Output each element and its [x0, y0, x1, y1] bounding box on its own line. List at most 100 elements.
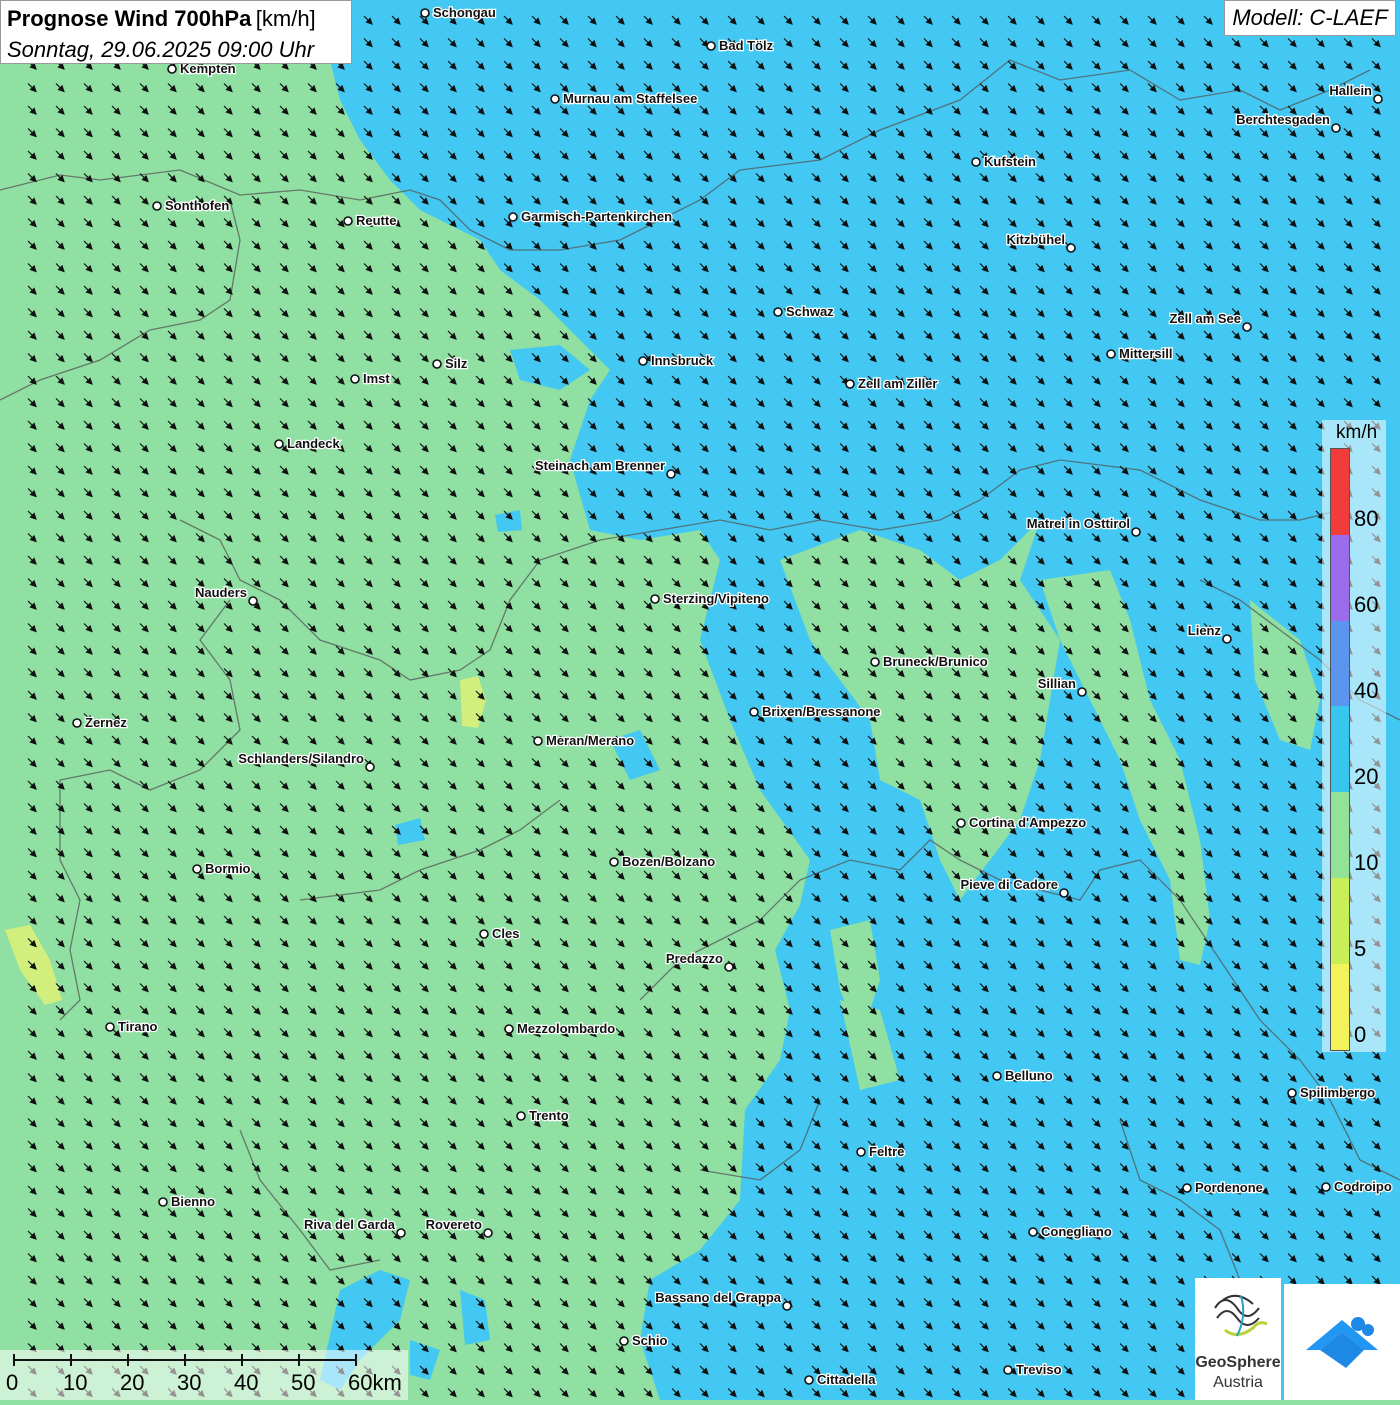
geosphere-logo: GeoSphere Austria [1195, 1278, 1281, 1400]
scale-label: 50 [291, 1370, 316, 1395]
city-marker [1287, 1088, 1297, 1098]
logo-subname: Austria [1213, 1374, 1263, 1391]
city-marker [152, 201, 162, 211]
city-label: Cles [492, 926, 519, 941]
city-label: Kufstein [984, 154, 1036, 169]
city-label: Brixen/Bressanone [762, 704, 881, 719]
city-label: Cortina d'Ampezzo [969, 815, 1086, 830]
city-marker [773, 307, 783, 317]
city-label: Trento [529, 1108, 569, 1123]
forecast-date: Sonntag, 29.06.2025 09:00 Uhr [7, 37, 315, 62]
city-marker [504, 1024, 514, 1034]
city-marker [1059, 888, 1069, 898]
city-marker [1331, 123, 1341, 133]
city-marker [1373, 94, 1383, 104]
city-marker [782, 1301, 792, 1311]
city-brixen: Brixen/Bressanone [749, 703, 882, 720]
city-marker [1222, 634, 1232, 644]
city-label: Sonthofen [165, 198, 229, 213]
city-marker [1077, 687, 1087, 697]
city-label: Bruneck/Brunico [883, 654, 988, 669]
city-label: Meran/Merano [546, 733, 634, 748]
city-marker [1106, 349, 1116, 359]
city-label: Zell am Ziller [858, 376, 937, 391]
legend-color-step [1331, 449, 1349, 535]
city-marker [248, 596, 258, 606]
city-marker [619, 1336, 629, 1346]
city-label: Mittersill [1119, 346, 1172, 361]
app-logo [1284, 1284, 1400, 1400]
city-label: Sterzing/Vipiteno [663, 591, 769, 606]
city-label: Cittadella [817, 1372, 876, 1387]
city-marker [516, 1111, 526, 1121]
city-bozen: Bozen/Bolzano [609, 853, 716, 870]
city-label: Bad Tölz [719, 38, 774, 53]
city-label: Feltre [869, 1144, 904, 1159]
city-label: Reutte [356, 213, 396, 228]
city-marker [483, 1228, 493, 1238]
city-marker [343, 216, 353, 226]
city-marker [650, 594, 660, 604]
city-marker [956, 818, 966, 828]
city-marker [749, 707, 759, 717]
city-label: Codroipo [1334, 1179, 1392, 1194]
city-marker [856, 1147, 866, 1157]
map-title-unit: [km/h] [255, 6, 316, 31]
city-marker [350, 374, 360, 384]
city-marker [1131, 527, 1141, 537]
city-marker [533, 736, 543, 746]
city-marker [420, 8, 430, 18]
model-label: Modell: C-LAEF [1224, 0, 1396, 36]
city-marker [432, 359, 442, 369]
city-label: Pordenone [1195, 1180, 1263, 1195]
city-sonthofen: Sonthofen [152, 197, 231, 214]
legend-bar [1330, 448, 1350, 1051]
city-label: Steinach am Brenner [535, 458, 665, 473]
city-label: Schongau [433, 5, 496, 20]
city-marker [845, 379, 855, 389]
city-label: Imst [363, 371, 390, 386]
city-label: Treviso [1016, 1362, 1062, 1377]
city-conegliano: Conegliano [1028, 1223, 1113, 1240]
color-legend: km/h 80 60 40 20 10 5 0 [1322, 420, 1386, 1052]
city-label: Bassano del Grappa [655, 1290, 781, 1305]
wind-map: SchongauBad TölzKemptenMurnau am Staffel… [0, 0, 1400, 1400]
map-title: Prognose Wind 700hPa [7, 6, 252, 31]
city-label: Predazzo [666, 951, 723, 966]
legend-tick-label: 60 [1354, 592, 1379, 617]
city-label: Schlanders/Silandro [238, 751, 364, 766]
city-marker [638, 356, 648, 366]
legend-unit: km/h [1336, 422, 1378, 443]
city-marker [192, 864, 202, 874]
city-bruneck: Bruneck/Brunico [870, 653, 989, 670]
city-marker [706, 41, 716, 51]
city-label: Landeck [287, 436, 341, 451]
city-label: Matrei in Osttirol [1027, 516, 1130, 531]
city-label: Innsbruck [651, 353, 714, 368]
city-label: Rovereto [426, 1217, 482, 1232]
city-garmisch: Garmisch-Partenkirchen [508, 208, 673, 225]
legend-tick-label: 0 [1354, 1022, 1367, 1047]
city-marker [1003, 1365, 1013, 1375]
city-label: Pieve di Cadore [960, 877, 1058, 892]
scale-label: 30 [177, 1370, 202, 1395]
legend-color-step [1331, 792, 1349, 878]
app-logo-icon [1306, 1317, 1378, 1368]
legend-color-step [1331, 706, 1349, 793]
city-zell-am-ziller: Zell am Ziller [845, 375, 939, 392]
scale-label: 10 [63, 1370, 88, 1395]
city-marker [508, 212, 518, 222]
city-label: Murnau am Staffelsee [563, 91, 697, 106]
city-label: Bozen/Bolzano [622, 854, 715, 869]
city-marker [1028, 1227, 1038, 1237]
city-label: Silz [445, 356, 468, 371]
city-marker [274, 439, 284, 449]
city-label: Tirano [118, 1019, 158, 1034]
city-marker [550, 94, 560, 104]
legend-tick-label: 10 [1354, 850, 1379, 875]
city-marker [1182, 1183, 1192, 1193]
city-label: Bormio [205, 861, 251, 876]
city-label: Conegliano [1041, 1224, 1112, 1239]
city-marker [1242, 322, 1252, 332]
scale-bar: 0 10 20 30 40 50 60km [0, 1350, 408, 1400]
